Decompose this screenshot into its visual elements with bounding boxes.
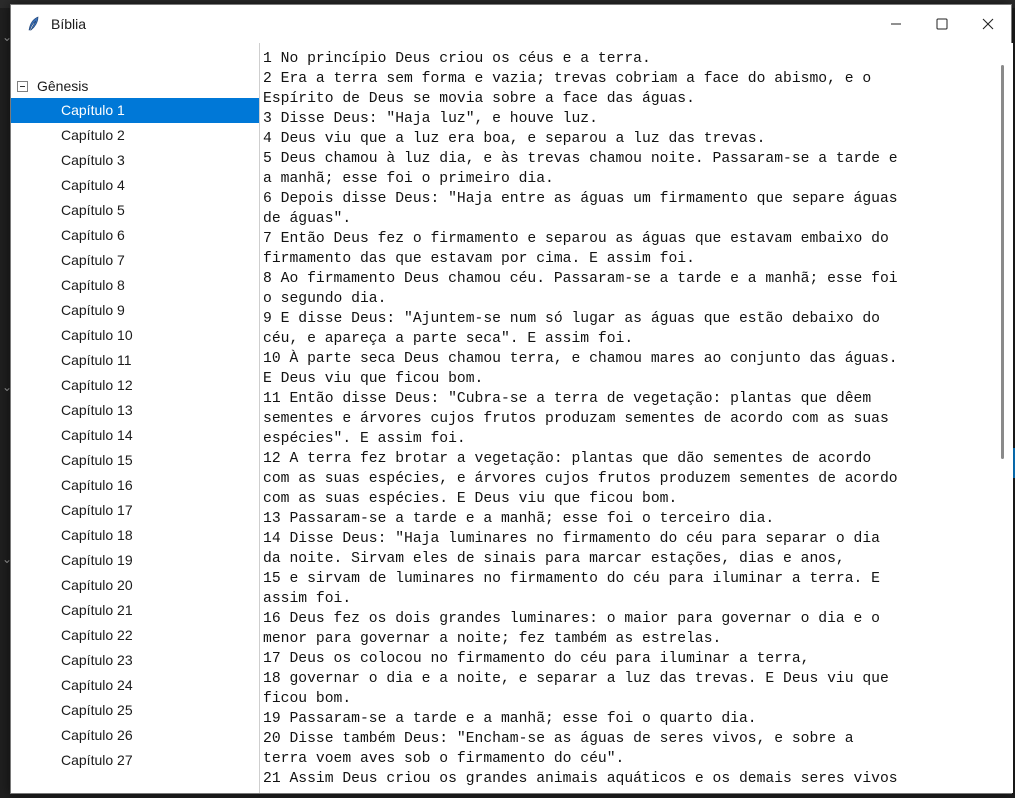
text-line: 16 Deus fez os dois grandes luminares: o… — [263, 611, 880, 627]
tree-item-chapter[interactable]: Capítulo 24 — [11, 673, 259, 698]
tree-item-chapter[interactable]: Capítulo 18 — [11, 523, 259, 548]
text-line: terra voem aves sob o firmamento do céu"… — [263, 751, 625, 767]
text-line: com as suas espécies, e árvores cujos fr… — [263, 471, 898, 487]
tree-item-chapter[interactable]: Capítulo 27 — [11, 748, 259, 773]
minimize-icon — [891, 23, 901, 24]
text-line: céu, e apareça a parte seca". E assim fo… — [263, 331, 634, 347]
maximize-button[interactable] — [919, 5, 965, 42]
tree-item-chapter[interactable]: Capítulo 25 — [11, 698, 259, 723]
text-line: 15 e sirvam de luminares no firmamento d… — [263, 571, 880, 587]
tree-item-chapter[interactable]: Capítulo 5 — [11, 198, 259, 223]
tree-item-chapter[interactable]: Capítulo 10 — [11, 323, 259, 348]
tree-item-chapter[interactable]: Capítulo 11 — [11, 348, 259, 373]
text-line: Espírito de Deus se movia sobre a face d… — [263, 91, 695, 107]
tree-item-chapter[interactable]: Capítulo 14 — [11, 423, 259, 448]
text-line: da noite. Sirvam eles de sinais para mar… — [263, 551, 845, 567]
tree-item-chapter[interactable]: Capítulo 17 — [11, 498, 259, 523]
text-line: a manhã; esse foi o primeiro dia. — [263, 171, 554, 187]
text-line: 8 Ao firmamento Deus chamou céu. Passara… — [263, 271, 898, 287]
tree-item-chapter[interactable]: Capítulo 26 — [11, 723, 259, 748]
text-line: 18 governar o dia e a noite, e separar a… — [263, 671, 889, 687]
text-line: o segundo dia. — [263, 291, 387, 307]
tree-item-chapter[interactable]: Capítulo 13 — [11, 398, 259, 423]
text-line: 3 Disse Deus: "Haja luz", e houve luz. — [263, 111, 598, 127]
tree-item-chapter[interactable]: Capítulo 22 — [11, 623, 259, 648]
text-line: 1 No princípio Deus criou os céus e a te… — [263, 51, 651, 67]
text-line: 5 Deus chamou à luz dia, e às trevas cha… — [263, 151, 898, 167]
tree-item-chapter[interactable]: Capítulo 19 — [11, 548, 259, 573]
chapter-list: Capítulo 1 Capítulo 2 Capítulo 3 Capítulo 4… — [11, 98, 259, 773]
text-line: 2 Era a terra sem forma e vazia; trevas … — [263, 71, 872, 87]
tree-item-chapter[interactable]: Capítulo 4 — [11, 173, 259, 198]
tree-item-chapter[interactable]: Capítulo 15 — [11, 448, 259, 473]
text-line: menor para governar a noite; fez também … — [263, 631, 722, 647]
tree-item-chapter[interactable]: Capítulo 23 — [11, 648, 259, 673]
tree-book-genesis[interactable]: Gênesis — [17, 76, 88, 96]
text-line: de águas". — [263, 211, 352, 227]
text-line: 6 Depois disse Deus: "Haja entre as água… — [263, 191, 898, 207]
verse-text-area[interactable]: 1 No princípio Deus criou os céus e a te… — [261, 43, 997, 793]
text-line: ficou bom. — [263, 691, 352, 707]
tree-item-chapter[interactable]: Capítulo 6 — [11, 223, 259, 248]
text-line: 11 Então disse Deus: "Cubra-se a terra d… — [263, 391, 872, 407]
text-line: 20 Disse também Deus: "Encham-se as água… — [263, 731, 854, 747]
window-title: Bíblia — [51, 15, 87, 32]
text-line: firmamento das que estavam por cima. E a… — [263, 251, 695, 267]
text-line: 13 Passaram-se a tarde e a manhã; esse f… — [263, 511, 775, 527]
collapse-icon[interactable] — [17, 80, 28, 92]
text-line: 17 Deus os colocou no firmamento do céu … — [263, 651, 810, 667]
feather-icon — [25, 15, 43, 33]
chapter-tree[interactable]: Gênesis Capítulo 1 Capítulo 2 Capítulo 3 Ca… — [11, 43, 260, 793]
close-button[interactable] — [965, 5, 1011, 42]
tree-item-chapter[interactable]: Capítulo 8 — [11, 273, 259, 298]
minimize-button[interactable] — [873, 5, 919, 42]
tree-item-chapter[interactable]: Capítulo 2 — [11, 123, 259, 148]
text-line: assim foi. — [263, 591, 352, 607]
text-line: sementes e árvores cujos frutos produzam… — [263, 411, 889, 427]
vertical-scrollbar[interactable] — [997, 43, 1013, 793]
tree-item-chapter[interactable]: Capítulo 9 — [11, 298, 259, 323]
scrollbar-thumb[interactable] — [1001, 65, 1004, 459]
tree-item-chapter[interactable]: Capítulo 7 — [11, 248, 259, 273]
tree-book-label: Gênesis — [37, 78, 89, 94]
text-line: 7 Então Deus fez o firmamento e separou … — [263, 231, 889, 247]
text-line: 4 Deus viu que a luz era boa, e separou … — [263, 131, 766, 147]
text-line: 9 E disse Deus: "Ajuntem-se num só lugar… — [263, 311, 880, 327]
tree-item-chapter[interactable]: Capítulo 1 — [11, 98, 259, 123]
tree-item-chapter[interactable]: Capítulo 21 — [11, 598, 259, 623]
text-line: 19 Passaram-se a tarde e a manhã; esse f… — [263, 711, 757, 727]
bible-window: Bíblia Gênesis Capítulo 1 Capítulo 2 Capít… — [10, 4, 1013, 794]
title-bar[interactable]: Bíblia — [11, 5, 1011, 42]
text-line: E Deus viu que ficou bom. — [263, 371, 484, 387]
tree-item-chapter[interactable]: Capítulo 16 — [11, 473, 259, 498]
tree-item-chapter[interactable]: Capítulo 3 — [11, 148, 259, 173]
tree-item-chapter[interactable]: Capítulo 12 — [11, 373, 259, 398]
text-line: espécies". E assim foi. — [263, 431, 466, 447]
text-line: 12 A terra fez brotar a vegetação: plant… — [263, 451, 872, 467]
close-icon — [982, 18, 994, 29]
tree-item-chapter[interactable]: Capítulo 20 — [11, 573, 259, 598]
text-line: 10 À parte seca Deus chamou terra, e cha… — [263, 351, 898, 367]
maximize-icon — [936, 18, 948, 29]
text-line: 14 Disse Deus: "Haja luminares no firmam… — [263, 531, 880, 547]
text-line: com as suas espécies. E Deus viu que fic… — [263, 491, 678, 507]
text-line: 21 Assim Deus criou os grandes animais a… — [263, 771, 898, 787]
verse-text[interactable]: 1 No princípio Deus criou os céus e a te… — [263, 49, 995, 789]
